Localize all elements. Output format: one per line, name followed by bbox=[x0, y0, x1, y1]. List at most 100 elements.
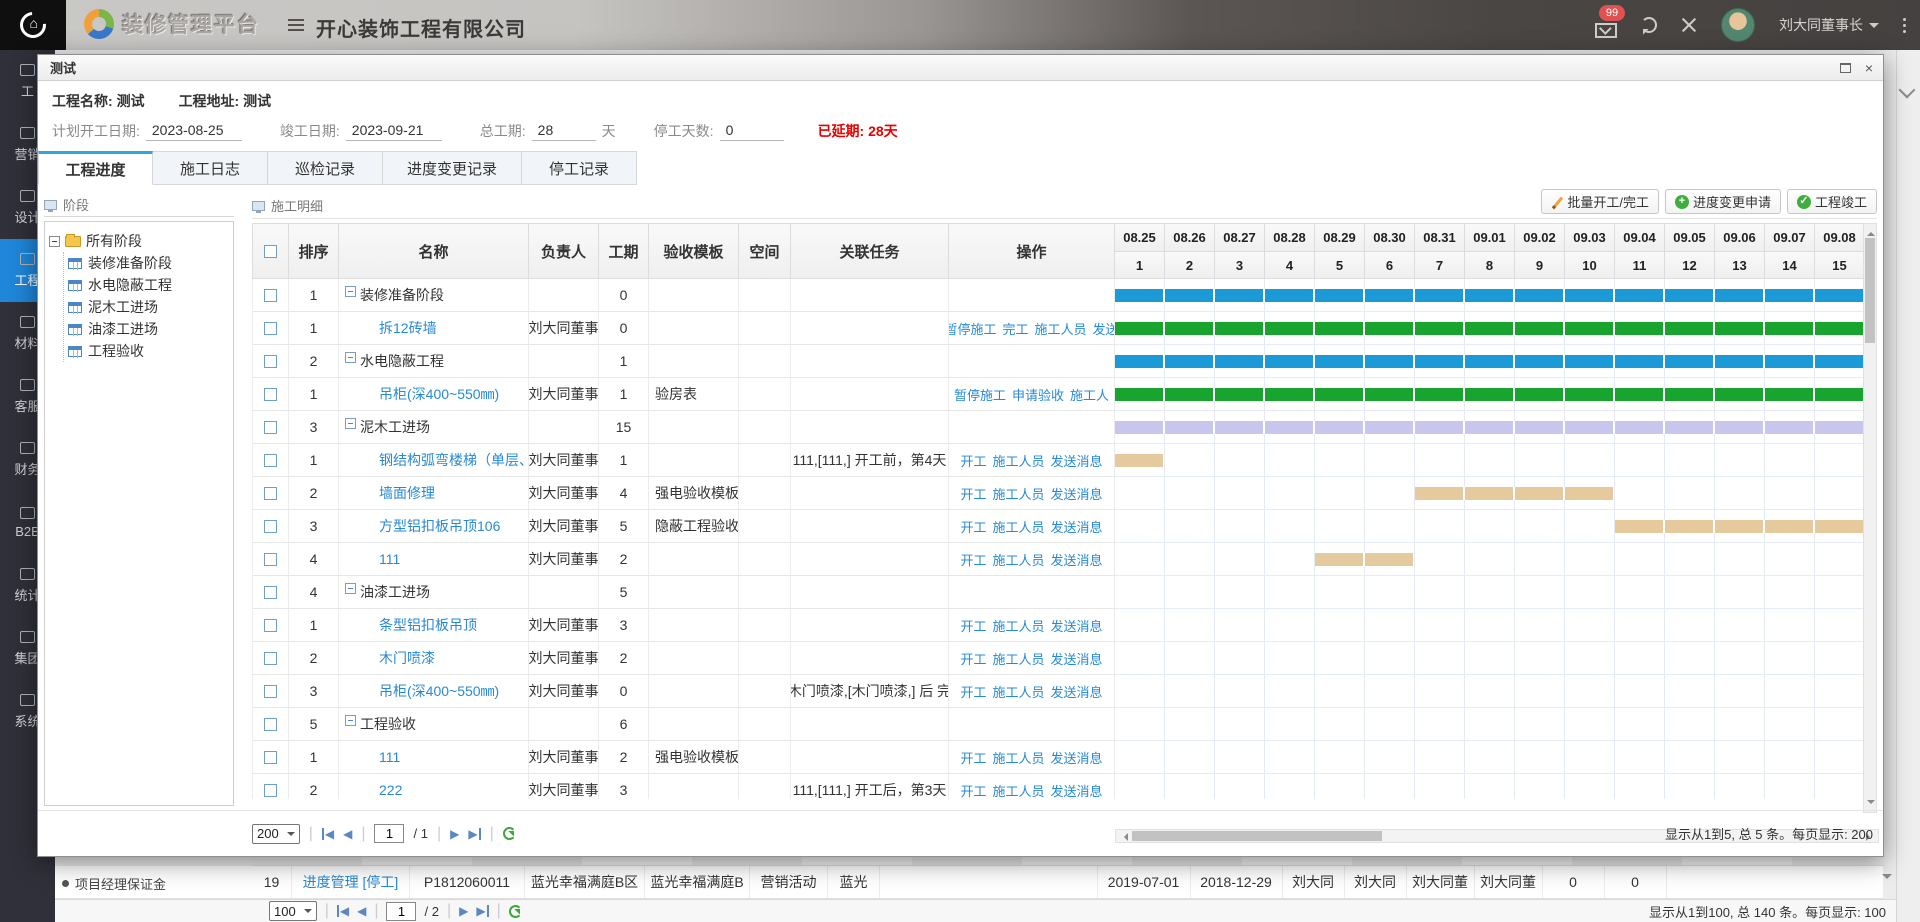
tab-3[interactable]: 巡检记录 bbox=[268, 151, 383, 185]
app-logo[interactable] bbox=[0, 0, 66, 50]
tree-root-all-stages[interactable]: 所有阶段 bbox=[49, 230, 229, 252]
prev-page-button[interactable]: ◀ bbox=[343, 828, 352, 840]
collapse-panel-icon[interactable] bbox=[1899, 82, 1916, 99]
task-name-link[interactable]: 222 bbox=[379, 782, 402, 798]
next-page-button[interactable]: ▶ bbox=[459, 905, 468, 917]
first-page-button[interactable]: ◀ bbox=[337, 905, 349, 917]
tab-1[interactable]: 工程进度 bbox=[38, 151, 153, 185]
action-link[interactable]: 开工 bbox=[960, 517, 986, 536]
collapse-expander-icon[interactable] bbox=[345, 286, 356, 297]
action-link[interactable]: 施工人员 bbox=[992, 616, 1044, 635]
background-menu-item[interactable]: 项目经理保证金 bbox=[62, 874, 166, 893]
scrollbar-thumb[interactable] bbox=[1865, 238, 1875, 343]
action-link[interactable]: 暂停施工 bbox=[954, 385, 1006, 404]
gantt-vertical-scrollbar[interactable] bbox=[1863, 223, 1877, 813]
row-checkbox[interactable] bbox=[264, 784, 277, 797]
row-checkbox[interactable] bbox=[264, 520, 277, 533]
action-link[interactable]: 发送消息 bbox=[1051, 550, 1103, 569]
task-name-link[interactable]: 钢结构弧弯楼梯（单层、长 bbox=[379, 450, 529, 470]
refresh-icon[interactable] bbox=[1641, 17, 1657, 33]
action-link[interactable]: 施工人员 bbox=[992, 649, 1044, 668]
first-page-button[interactable]: ◀ bbox=[322, 828, 334, 840]
fullscreen-icon[interactable] bbox=[1681, 17, 1697, 33]
last-page-button[interactable]: ▶ bbox=[476, 905, 488, 917]
row-checkbox[interactable] bbox=[264, 751, 277, 764]
row-checkbox[interactable] bbox=[264, 586, 277, 599]
toolbar-button-3[interactable]: ✓工程竣工 bbox=[1787, 189, 1877, 214]
action-link[interactable]: 发送消息 bbox=[1051, 649, 1103, 668]
row-checkbox[interactable] bbox=[264, 652, 277, 665]
page-scrollbar[interactable] bbox=[1896, 50, 1920, 922]
scroll-down-icon[interactable] bbox=[1867, 800, 1875, 808]
row-checkbox[interactable] bbox=[264, 454, 277, 467]
action-link[interactable]: 发送消息 bbox=[1051, 616, 1103, 635]
task-name-link[interactable]: 条型铝扣板吊顶 bbox=[379, 615, 477, 635]
action-link[interactable]: 施工人员 bbox=[992, 484, 1044, 503]
gantt-bar[interactable] bbox=[1315, 553, 1413, 566]
last-page-button[interactable]: ▶ bbox=[468, 828, 480, 840]
maximize-icon[interactable] bbox=[1840, 63, 1851, 73]
toolbar-button-2[interactable]: +进度变更申请 bbox=[1665, 189, 1781, 214]
action-link[interactable]: 发送 bbox=[1093, 319, 1115, 338]
dialog-titlebar[interactable]: 测试 × bbox=[38, 55, 1883, 81]
action-link[interactable]: 发送消息 bbox=[1051, 682, 1103, 701]
tree-item-4[interactable]: 油漆工进场 bbox=[68, 318, 229, 340]
row-checkbox[interactable] bbox=[264, 619, 277, 632]
gantt-bar[interactable] bbox=[1115, 421, 1863, 434]
action-link[interactable]: 开工 bbox=[960, 451, 986, 470]
task-name-link[interactable]: 墙面修理 bbox=[379, 483, 435, 503]
collapse-expander-icon[interactable] bbox=[49, 236, 60, 247]
user-menu[interactable]: 刘大同董事长 bbox=[1779, 15, 1879, 35]
row-checkbox[interactable] bbox=[264, 421, 277, 434]
tab-5[interactable]: 停工记录 bbox=[522, 151, 637, 185]
action-link[interactable]: 开工 bbox=[960, 616, 986, 635]
page-number-input[interactable] bbox=[386, 902, 416, 921]
action-link[interactable]: 发送消息 bbox=[1051, 484, 1103, 503]
scroll-up-icon[interactable] bbox=[1867, 228, 1875, 236]
tree-item-2[interactable]: 水电隐蔽工程 bbox=[68, 274, 229, 296]
row-checkbox[interactable] bbox=[264, 487, 277, 500]
task-name-link[interactable]: 111 bbox=[379, 551, 400, 567]
gantt-bar[interactable] bbox=[1115, 322, 1863, 335]
tab-2[interactable]: 施工日志 bbox=[153, 151, 268, 185]
stop-days-input[interactable]: 0 bbox=[720, 122, 784, 141]
action-link[interactable]: 施工人员 bbox=[992, 451, 1044, 470]
task-name-link[interactable]: 吊柜(深400~550㎜) bbox=[379, 681, 499, 701]
tab-4[interactable]: 进度变更记录 bbox=[383, 151, 522, 185]
reload-icon[interactable] bbox=[503, 827, 516, 840]
tree-item-1[interactable]: 装修准备阶段 bbox=[68, 252, 229, 274]
prev-page-button[interactable]: ◀ bbox=[357, 905, 366, 917]
reload-icon[interactable] bbox=[509, 905, 522, 918]
action-link[interactable]: 申请验收 bbox=[1012, 385, 1064, 404]
action-link[interactable]: 开工 bbox=[960, 484, 986, 503]
row-cell[interactable]: 进度管理 [停工] bbox=[292, 866, 410, 898]
row-checkbox[interactable] bbox=[264, 718, 277, 731]
toolbar-button-1[interactable]: 批量开工/完工 bbox=[1541, 189, 1659, 214]
collapse-expander-icon[interactable] bbox=[345, 352, 356, 363]
action-link[interactable]: 施工人员 bbox=[992, 682, 1044, 701]
finish-date-input[interactable]: 2023-09-21 bbox=[346, 122, 442, 141]
gantt-bar[interactable] bbox=[1115, 289, 1863, 302]
page-size-select[interactable]: 200 bbox=[252, 824, 300, 844]
action-link[interactable]: 开工 bbox=[960, 781, 986, 800]
action-link[interactable]: 施工人员 bbox=[992, 748, 1044, 767]
row-checkbox[interactable] bbox=[264, 289, 277, 302]
tree-item-5[interactable]: 工程验收 bbox=[68, 340, 229, 362]
page-number-input[interactable] bbox=[374, 824, 404, 843]
background-scroll-down-icon[interactable] bbox=[1882, 874, 1892, 884]
task-name-link[interactable]: 木门喷漆 bbox=[379, 648, 435, 668]
tree-item-3[interactable]: 泥木工进场 bbox=[68, 296, 229, 318]
collapse-expander-icon[interactable] bbox=[345, 715, 356, 726]
task-name-link[interactable]: 111 bbox=[379, 749, 400, 765]
action-link[interactable]: 开工 bbox=[960, 649, 986, 668]
action-link[interactable]: 发送消息 bbox=[1051, 451, 1103, 470]
action-link[interactable]: 发送消息 bbox=[1051, 781, 1103, 800]
action-link[interactable]: 施工人员 bbox=[1035, 319, 1087, 338]
page-size-select[interactable]: 100 bbox=[269, 901, 317, 921]
avatar[interactable] bbox=[1721, 8, 1755, 42]
row-checkbox[interactable] bbox=[264, 685, 277, 698]
action-link[interactable]: 完工 bbox=[1002, 319, 1028, 338]
row-checkbox[interactable] bbox=[264, 355, 277, 368]
next-page-button[interactable]: ▶ bbox=[450, 828, 459, 840]
select-all-checkbox[interactable] bbox=[264, 245, 277, 258]
